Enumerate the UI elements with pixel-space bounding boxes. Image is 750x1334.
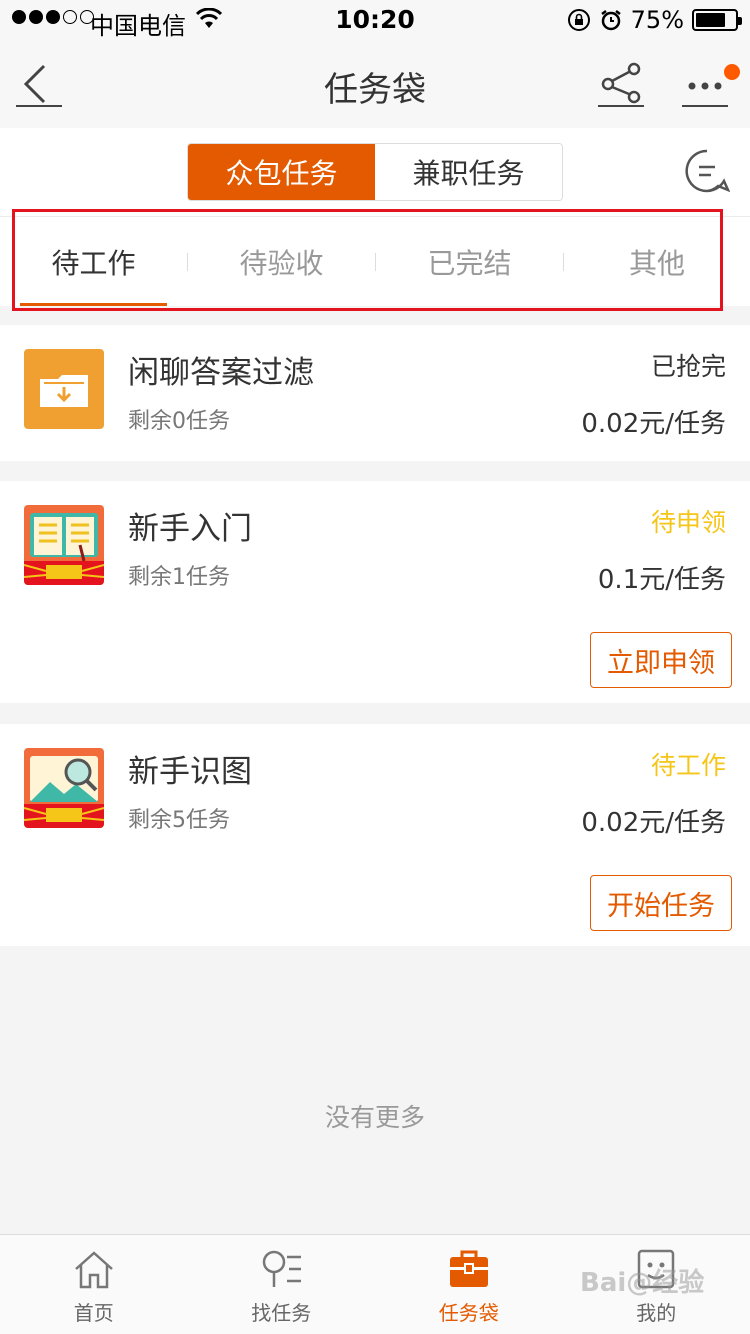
segment-parttime[interactable]: 兼职任务 [375,144,562,200]
task-card[interactable]: 新手识图 剩余5任务 待工作 0.02元/任务 开始任务 [0,724,750,946]
message-icon[interactable] [684,148,730,194]
task-title: 闲聊答案过滤 [128,355,314,391]
tabbar-find-task[interactable]: 找任务 [188,1235,376,1334]
share-icon[interactable] [598,62,646,108]
rotation-lock-icon [567,9,590,31]
battery-percent: 75% [630,6,684,34]
notification-badge [724,64,740,80]
task-remaining: 剩余1任务 [128,565,230,590]
home-icon [74,1251,113,1289]
book-icon [24,505,104,585]
tabbar-label: 任务袋 [438,1301,499,1325]
tabbar-home[interactable]: 首页 [0,1235,188,1334]
no-more-label: 没有更多 [324,1103,425,1132]
image-search-icon [24,748,104,828]
nav-bar: 任务袋 [0,40,750,128]
tabbar-label: 我的 [636,1301,677,1325]
task-status: 待工作 [650,751,726,780]
tabbar-task-bag[interactable]: 任务袋 [375,1235,563,1334]
search-list-icon [263,1250,302,1287]
battery-icon [692,9,742,31]
highlight-box [12,209,723,311]
alarm-icon [600,10,621,31]
briefcase-icon [449,1250,488,1287]
task-status: 已抢完 [650,352,726,381]
task-card[interactable]: 新手入门 剩余1任务 待申领 0.1元/任务 立即申领 [0,481,750,703]
tabbar-label: 找任务 [251,1301,312,1325]
watermark-text: Bai@经验 [580,1268,705,1298]
task-price: 0.1元/任务 [597,565,726,595]
status-bar: 中国电信 10:20 75% [0,0,750,40]
tabbar-label: 首页 [73,1301,114,1325]
task-status: 待申领 [650,508,726,537]
task-title: 新手识图 [128,754,252,790]
segment-area: 众包任务 兼职任务 [0,128,750,216]
task-remaining: 剩余5任务 [128,808,230,833]
segment-crowdsource[interactable]: 众包任务 [188,144,375,200]
task-remaining: 剩余0任务 [128,409,230,434]
status-tabs: 待工作 待验收 已完结 其他 [0,209,750,311]
task-price: 0.02元/任务 [581,808,726,838]
task-card[interactable]: 闲聊答案过滤 剩余0任务 已抢完 0.02元/任务 [0,325,750,461]
folder-download-icon [24,349,104,429]
task-title: 新手入门 [128,511,252,547]
start-task-button[interactable]: 开始任务 [590,875,732,931]
task-type-segment: 众包任务 兼职任务 [187,143,563,201]
claim-now-button[interactable]: 立即申领 [590,632,732,688]
task-price: 0.02元/任务 [581,409,726,439]
